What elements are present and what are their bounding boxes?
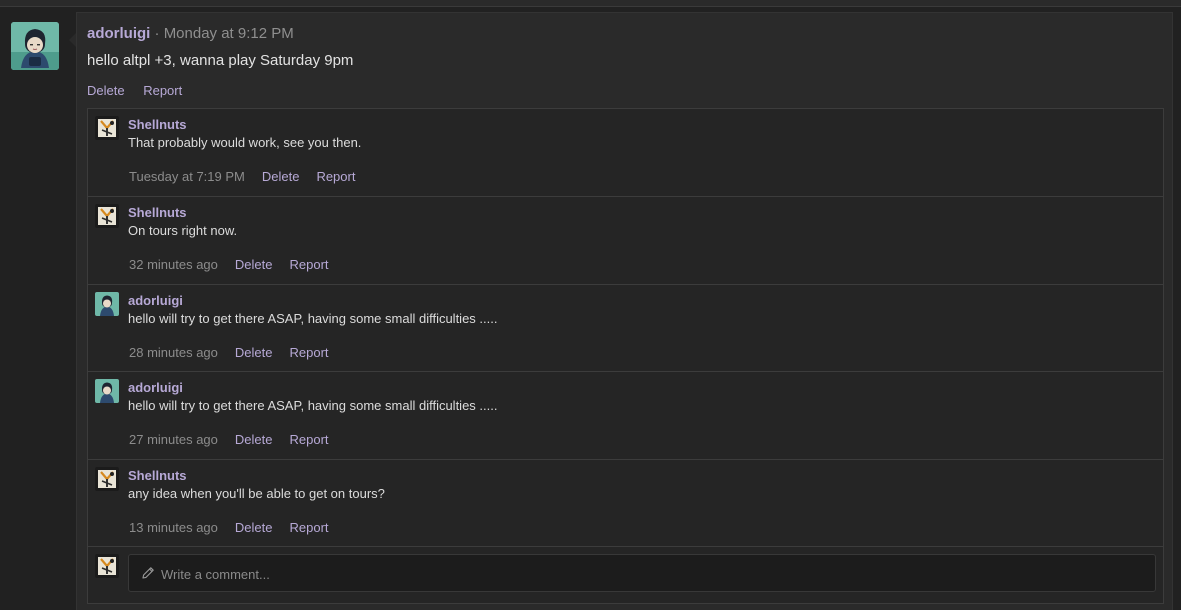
shellnuts-avatar[interactable] (95, 116, 119, 140)
comment-text: hello will try to get there ASAP, having… (128, 398, 498, 413)
comment-form (88, 547, 1163, 600)
comment-author-link[interactable]: adorluigi (128, 293, 183, 308)
post-delete-link[interactable]: Delete (87, 83, 125, 98)
comment-item: Shellnuts any idea when you'll be able t… (88, 460, 1163, 547)
pencil-icon (142, 567, 154, 579)
post-separator: · (150, 25, 164, 42)
comment-report-link[interactable]: Report (289, 345, 328, 360)
comment-text: hello will try to get there ASAP, having… (128, 311, 498, 326)
comment-meta: 13 minutes ago Delete Report (129, 520, 346, 535)
comment-text: any idea when you'll be able to get on t… (128, 486, 385, 501)
shellnuts-avatar[interactable] (95, 467, 119, 491)
comment-time[interactable]: 27 minutes ago (129, 432, 218, 447)
comment-time[interactable]: Tuesday at 7:19 PM (129, 169, 245, 184)
comment-report-link[interactable]: Report (316, 169, 355, 184)
adorluigi-avatar[interactable] (95, 379, 119, 403)
comment-delete-link[interactable]: Delete (235, 257, 273, 272)
comment-report-link[interactable]: Report (289, 432, 328, 447)
comment-item: Shellnuts That probably would work, see … (88, 109, 1163, 197)
comment-author-link[interactable]: Shellnuts (128, 468, 187, 483)
comment-time[interactable]: 28 minutes ago (129, 345, 218, 360)
post-pointer (69, 33, 76, 47)
comment-meta: Tuesday at 7:19 PM Delete Report (129, 169, 372, 184)
comment-delete-link[interactable]: Delete (235, 520, 273, 535)
comment-input-box[interactable] (128, 554, 1156, 593)
post-actions: Delete Report (87, 83, 197, 98)
comment-report-link[interactable]: Report (289, 257, 328, 272)
comment-meta: 32 minutes ago Delete Report (129, 257, 346, 272)
comment-meta: 28 minutes ago Delete Report (129, 345, 346, 360)
adorluigi-avatar[interactable] (11, 22, 59, 70)
comment-author-link[interactable]: Shellnuts (128, 205, 187, 220)
comment-report-link[interactable]: Report (289, 520, 328, 535)
adorluigi-avatar[interactable] (95, 292, 119, 316)
comment-item: adorluigi hello will try to get there AS… (88, 285, 1163, 372)
post-report-link[interactable]: Report (143, 83, 182, 98)
comment-author-link[interactable]: adorluigi (128, 380, 183, 395)
comment-item: adorluigi hello will try to get there AS… (88, 372, 1163, 460)
post-author-link[interactable]: adorluigi (87, 25, 150, 42)
shellnuts-avatar[interactable] (95, 204, 119, 228)
comment-author-link[interactable]: Shellnuts (128, 117, 187, 132)
comment-time[interactable]: 32 minutes ago (129, 257, 218, 272)
profile-post-page: adorluigi · Monday at 9:12 PM hello altp… (0, 0, 1181, 610)
comment-item: Shellnuts On tours right now. 32 minutes… (88, 197, 1163, 285)
post-body: hello altpl +3, wanna play Saturday 9pm (87, 52, 354, 69)
post-header: adorluigi · Monday at 9:12 PM (87, 25, 294, 42)
post-timestamp[interactable]: Monday at 9:12 PM (164, 25, 294, 42)
comment-text: On tours right now. (128, 223, 238, 238)
comment-time[interactable]: 13 minutes ago (129, 520, 218, 535)
profile-post: adorluigi · Monday at 9:12 PM hello altp… (76, 12, 1173, 610)
comment-input[interactable] (159, 555, 1143, 593)
comment-meta: 27 minutes ago Delete Report (129, 432, 346, 447)
comment-delete-link[interactable]: Delete (235, 345, 273, 360)
comment-delete-link[interactable]: Delete (235, 432, 273, 447)
comment-delete-link[interactable]: Delete (262, 169, 300, 184)
comment-text: That probably would work, see you then. (128, 135, 362, 150)
shellnuts-avatar[interactable] (95, 554, 119, 578)
top-divider (0, 0, 1181, 7)
comments-list: Shellnuts That probably would work, see … (87, 108, 1164, 604)
